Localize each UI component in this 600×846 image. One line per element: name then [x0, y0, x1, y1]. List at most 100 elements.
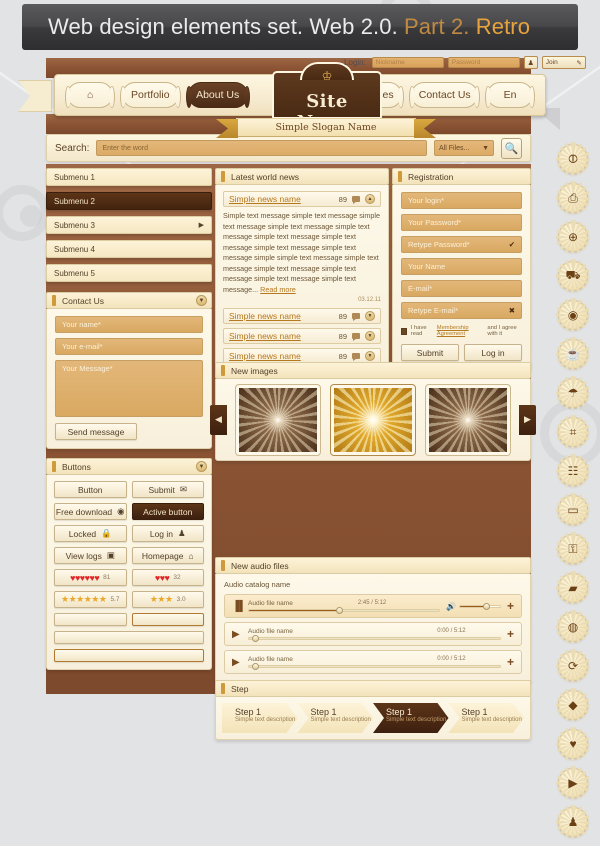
plus-icon[interactable]: + — [507, 655, 514, 669]
password-input[interactable]: Password — [447, 57, 520, 68]
person-icon[interactable]: ♟ — [556, 805, 590, 839]
news-list-item[interactable]: Simple news name 89 ▼ — [223, 308, 381, 324]
step-item-2[interactable]: Step 1 Simple text description — [298, 703, 374, 733]
nav-item-language[interactable]: En — [485, 82, 535, 108]
audio-track-row[interactable]: ▶ Audio file name 0:00 / 5:12 + — [224, 622, 522, 646]
heart-rating-partial[interactable]: ♥♥♥ 32 — [131, 569, 204, 586]
heart-rating-full[interactable]: ♥♥♥♥♥♥ 81 — [54, 569, 127, 586]
site-logo-badge[interactable]: ♔ Site Name — [272, 69, 382, 133]
send-message-button[interactable]: Send message — [55, 423, 137, 440]
audio-progress-knob[interactable] — [251, 635, 259, 642]
collapse-icon[interactable]: ▼ — [196, 295, 207, 306]
buttons-panel-header[interactable]: Buttons ▼ — [46, 458, 212, 475]
camera-icon[interactable]: ◉ — [556, 298, 590, 332]
button-generic[interactable]: Button — [54, 481, 127, 498]
collapse-icon[interactable]: ▲ — [365, 194, 375, 204]
gallery-slide[interactable] — [425, 383, 511, 456]
view-logs-button[interactable]: View logs ▣ — [54, 547, 127, 564]
volume-bar[interactable] — [458, 602, 501, 610]
play-icon[interactable]: ▶ — [232, 629, 242, 640]
audio-progress-area[interactable]: Audio file name 0:00 / 5:12 — [248, 656, 501, 670]
retype-password-field[interactable]: Retype Password* ✔ — [401, 236, 522, 253]
printer-icon[interactable]: ⎙ — [556, 181, 590, 215]
heart-icon[interactable]: ♥ — [556, 727, 590, 761]
play-icon[interactable]: ▶ — [232, 657, 242, 668]
nav-item-portfolio[interactable]: Portfolio — [120, 82, 181, 108]
rss-icon[interactable]: ⦷ — [556, 142, 590, 176]
active-button[interactable]: Active button — [131, 503, 204, 520]
sidebar-item-submenu-2[interactable]: Submenu 2 — [46, 192, 212, 210]
search-button[interactable]: 🔍 — [501, 137, 522, 159]
contact-name-input[interactable]: Your name* — [55, 316, 203, 333]
gallery-prev-button[interactable]: ◀ — [210, 404, 227, 435]
registration-submit-button[interactable]: Submit — [401, 344, 459, 361]
audio-progress-bar[interactable] — [248, 635, 501, 642]
search-input[interactable]: Enter the word — [96, 140, 427, 156]
globe-icon[interactable]: ⊕ — [556, 220, 590, 254]
headphones-icon[interactable]: ◍ — [556, 610, 590, 644]
audio-progress-knob[interactable] — [251, 663, 259, 670]
coffee-icon[interactable]: ☕ — [556, 337, 590, 371]
empty-input-a[interactable] — [54, 613, 127, 626]
nav-item-about-us[interactable]: About Us — [185, 82, 250, 108]
free-download-button[interactable]: Free download ◉ — [54, 503, 127, 520]
nav-item-contact-us[interactable]: Contact Us — [409, 82, 480, 108]
audio-track-row[interactable]: ▶ Audio file name 0:00 / 5:12 + — [224, 650, 522, 674]
submit-button[interactable]: Submit ✉ — [131, 481, 204, 498]
umbrella-icon[interactable]: ☂ — [556, 376, 590, 410]
news-list-item[interactable]: Simple news name 89 ▼ — [223, 328, 381, 344]
contact-us-header[interactable]: Contact Us ▼ — [46, 292, 212, 309]
star-rating-full[interactable]: ★★★★★★ 5.7 — [54, 591, 127, 608]
collapse-icon[interactable]: ▼ — [196, 461, 207, 472]
step-item-1[interactable]: Step 1 Simple text description — [222, 703, 298, 733]
contact-message-textarea[interactable]: Your Message* — [55, 360, 203, 417]
join-dropdown[interactable]: Join ✎ — [541, 56, 586, 69]
sidebar-item-submenu-5[interactable]: Submenu 5 — [46, 264, 212, 282]
retype-email-field[interactable]: Retype E-mail* ✖ — [401, 302, 522, 319]
locked-button[interactable]: Locked 🔒 — [54, 525, 127, 542]
contact-email-input[interactable]: Your e-mail* — [55, 338, 203, 355]
login-field[interactable]: Your login* — [401, 192, 522, 209]
tag-icon[interactable]: ◆ — [556, 688, 590, 722]
name-field[interactable]: Your Name — [401, 258, 522, 275]
empty-input-b[interactable] — [131, 613, 204, 626]
gallery-slide-active[interactable] — [330, 383, 416, 456]
notepad-icon[interactable]: ☷ — [556, 454, 590, 488]
step-item-3-active[interactable]: Step 1 Simple text description — [373, 703, 449, 733]
log-in-button[interactable]: Log in ♟ — [131, 525, 204, 542]
folder-icon[interactable]: ▰ — [556, 571, 590, 605]
star-rating-partial[interactable]: ★★★ 3.0 — [131, 591, 204, 608]
plus-icon[interactable]: + — [507, 599, 514, 613]
gallery-next-button[interactable]: ▶ — [519, 404, 536, 435]
membership-agreement-link[interactable]: Membership Agreement — [437, 325, 484, 337]
audio-progress-area[interactable]: Audio file name 0:00 / 5:12 — [248, 628, 501, 642]
news-headline[interactable]: Simple news name — [229, 194, 301, 204]
step-item-4[interactable]: Step 1 Simple text description — [449, 703, 525, 733]
expand-icon[interactable]: ▼ — [365, 331, 375, 341]
audio-progress-bar[interactable] — [248, 607, 441, 614]
search-filter-dropdown[interactable]: All Files... ▼ — [434, 140, 494, 156]
news-headline[interactable]: Simple news name — [229, 331, 301, 341]
sidebar-item-submenu-4[interactable]: Submenu 4 — [46, 240, 212, 258]
gallery-slide[interactable] — [235, 383, 321, 456]
empty-input-wide-b[interactable] — [54, 649, 204, 662]
audio-progress-knob[interactable] — [336, 607, 344, 614]
news-headline[interactable]: Simple news name — [229, 311, 301, 321]
cart-icon[interactable]: ⛟ — [556, 259, 590, 293]
homepage-button[interactable]: Homepage ⌂ — [131, 547, 204, 564]
volume-control[interactable]: 🔊 — [446, 602, 501, 611]
user-icon[interactable]: ♟ — [523, 56, 538, 69]
speaker-icon[interactable]: 🔊 — [446, 602, 456, 611]
expand-icon[interactable]: ▼ — [365, 311, 375, 321]
sidebar-item-submenu-3[interactable]: Submenu 3 ▶ — [46, 216, 212, 234]
refresh-icon[interactable]: ⟳ — [556, 649, 590, 683]
audio-track-row[interactable]: ▐▌ Audio file name 2:45 / 5:12 🔊 + — [224, 594, 522, 618]
volume-knob[interactable] — [483, 602, 491, 610]
password-field[interactable]: Your Password* — [401, 214, 522, 231]
featured-news-header[interactable]: Simple news name 89 ▲ — [223, 191, 381, 207]
briefcase-icon[interactable]: ▭ — [556, 493, 590, 527]
registration-login-button[interactable]: Log in — [464, 344, 522, 361]
empty-input-wide-a[interactable] — [54, 631, 204, 644]
plus-icon[interactable]: + — [507, 627, 514, 641]
nickname-input[interactable]: Nickname — [371, 57, 444, 68]
